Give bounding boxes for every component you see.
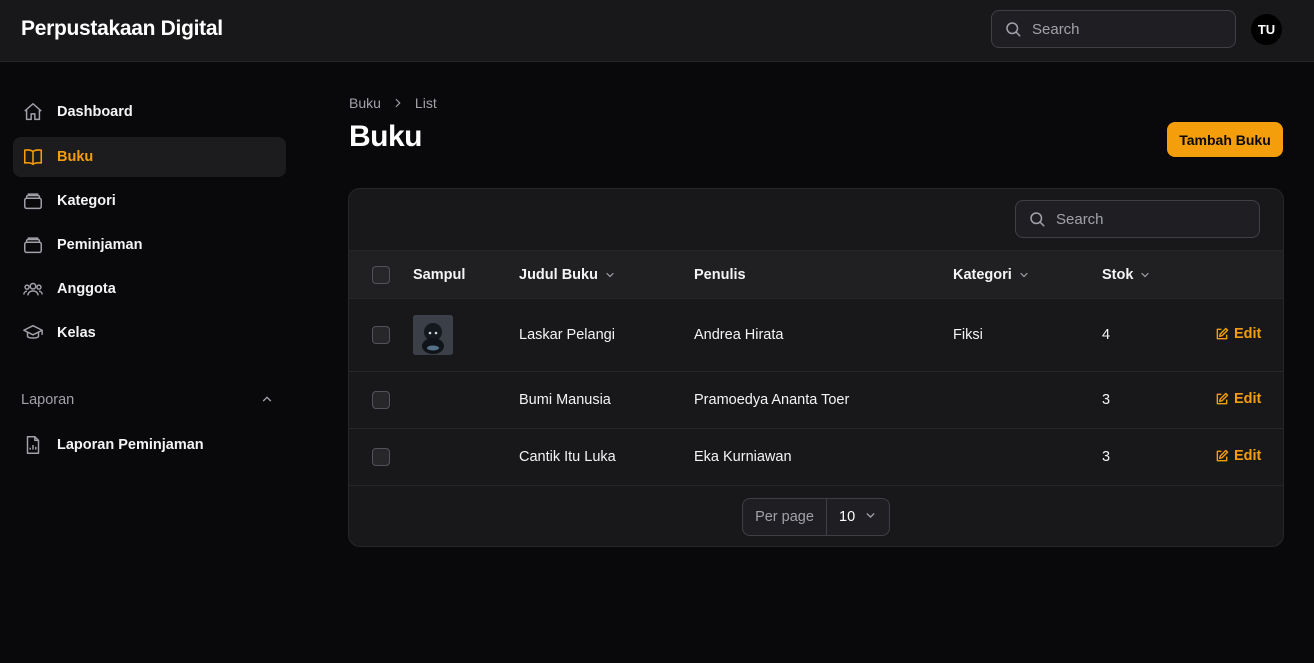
cell-penulis: Andrea Hirata (694, 327, 784, 343)
cell-judul: Bumi Manusia (519, 392, 611, 408)
table-row[interactable]: Laskar Pelangi Andrea Hirata Fiksi 4 Edi… (349, 299, 1283, 372)
sidebar-group-laporan[interactable]: Laporan (21, 392, 74, 408)
brand-title[interactable]: Perpustakaan Digital (21, 17, 223, 41)
sidebar-item-label: Kelas (57, 325, 96, 341)
cell-stok: 3 (1102, 392, 1111, 408)
sidebar-item-label: Peminjaman (57, 237, 143, 253)
column-label: Penulis (694, 267, 746, 283)
sidebar-item-kelas[interactable]: Kelas (13, 313, 286, 353)
sidebar-item-laporan-peminjaman[interactable]: Laporan Peminjaman (13, 425, 286, 465)
academic-cap-icon (21, 321, 45, 345)
stack-icon (21, 233, 45, 257)
sidebar-item-peminjaman[interactable]: Peminjaman (13, 225, 286, 265)
table-search-placeholder: Search (1056, 210, 1104, 228)
book-open-icon (21, 145, 45, 169)
chevron-down-icon (864, 509, 877, 526)
edit-button[interactable]: Edit (1215, 391, 1261, 407)
per-page-dropdown[interactable]: 10 (827, 499, 889, 535)
chevron-right-icon (391, 96, 405, 110)
edit-label: Edit (1234, 391, 1262, 407)
sidebar-item-label: Dashboard (57, 104, 133, 120)
chevron-down-icon (604, 269, 616, 281)
sidebar-item-dashboard[interactable]: Dashboard (13, 92, 286, 132)
book-cover-thumbnail (413, 315, 453, 355)
column-label: Sampul (413, 267, 466, 283)
global-search-input[interactable]: Search (991, 10, 1236, 48)
edit-label: Edit (1234, 448, 1262, 464)
document-chart-icon (21, 433, 45, 457)
table-search-input[interactable]: Search (1015, 200, 1260, 238)
home-icon (21, 100, 45, 124)
stack-icon (21, 189, 45, 213)
breadcrumb-item-buku[interactable]: Buku (349, 95, 381, 111)
column-label: Kategori (953, 267, 1012, 283)
cell-penulis: Pramoedya Ananta Toer (694, 392, 850, 408)
cell-judul: Laskar Pelangi (519, 327, 615, 343)
pencil-square-icon (1216, 449, 1229, 462)
cell-kategori: Fiksi (953, 327, 983, 343)
per-page-label: Per page (743, 499, 827, 535)
table-row[interactable]: Cantik Itu Luka Eka Kurniawan 3 Edit (349, 429, 1283, 486)
page-title: Buku (349, 120, 423, 153)
column-header-judul[interactable]: Judul Buku (519, 251, 616, 299)
edit-button[interactable]: Edit (1215, 448, 1261, 464)
cell-judul: Cantik Itu Luka (519, 449, 616, 465)
edit-label: Edit (1234, 326, 1262, 342)
sidebar-item-label: Kategori (57, 193, 116, 209)
pencil-square-icon (1216, 327, 1229, 340)
books-table-card: Search Sampul Judul Buku Penulis Kategor… (348, 188, 1284, 547)
user-avatar[interactable]: TU (1251, 14, 1282, 45)
search-icon (1006, 22, 1021, 37)
sidebar-item-buku[interactable]: Buku (13, 137, 286, 177)
column-header-sampul: Sampul (413, 251, 465, 299)
per-page-value: 10 (839, 509, 856, 525)
column-header-kategori[interactable]: Kategori (953, 251, 1030, 299)
sidebar-item-label: Buku (57, 149, 94, 165)
table-header: Sampul Judul Buku Penulis Kategori Stok (349, 250, 1283, 299)
edit-button[interactable]: Edit (1215, 326, 1261, 342)
table-row[interactable]: Bumi Manusia Pramoedya Ananta Toer 3 Edi… (349, 372, 1283, 429)
row-checkbox[interactable] (372, 326, 390, 344)
cell-penulis: Eka Kurniawan (694, 449, 792, 465)
select-all-checkbox[interactable] (372, 266, 390, 284)
chevron-down-icon (1018, 269, 1030, 281)
column-label: Stok (1102, 267, 1134, 283)
column-header-penulis: Penulis (694, 251, 746, 299)
breadcrumb-item-list: List (414, 95, 437, 111)
column-label: Judul Buku (519, 267, 598, 283)
users-icon (21, 277, 45, 301)
per-page-select[interactable]: Per page 10 (742, 498, 890, 536)
column-header-stok[interactable]: Stok (1102, 251, 1151, 299)
sidebar-item-kategori[interactable]: Kategori (13, 181, 286, 221)
tambah-buku-button[interactable]: Tambah Buku (1167, 122, 1283, 157)
breadcrumb: Buku List (349, 95, 437, 111)
sidebar-item-anggota[interactable]: Anggota (13, 269, 286, 309)
global-search-placeholder: Search (1032, 20, 1080, 38)
cell-stok: 3 (1102, 449, 1111, 465)
row-checkbox[interactable] (372, 448, 390, 466)
chevron-up-icon[interactable] (260, 392, 274, 411)
pencil-square-icon (1216, 392, 1229, 405)
chevron-down-icon (1139, 269, 1151, 281)
sidebar-item-label: Laporan Peminjaman (57, 437, 204, 453)
cell-stok: 4 (1102, 327, 1111, 343)
sidebar-item-label: Anggota (57, 281, 116, 297)
search-icon (1030, 212, 1045, 227)
sidebar: Dashboard Buku Kategori Peminjaman Anggo… (0, 62, 300, 663)
row-checkbox[interactable] (372, 391, 390, 409)
top-bar: Perpustakaan Digital Search TU (0, 0, 1314, 62)
